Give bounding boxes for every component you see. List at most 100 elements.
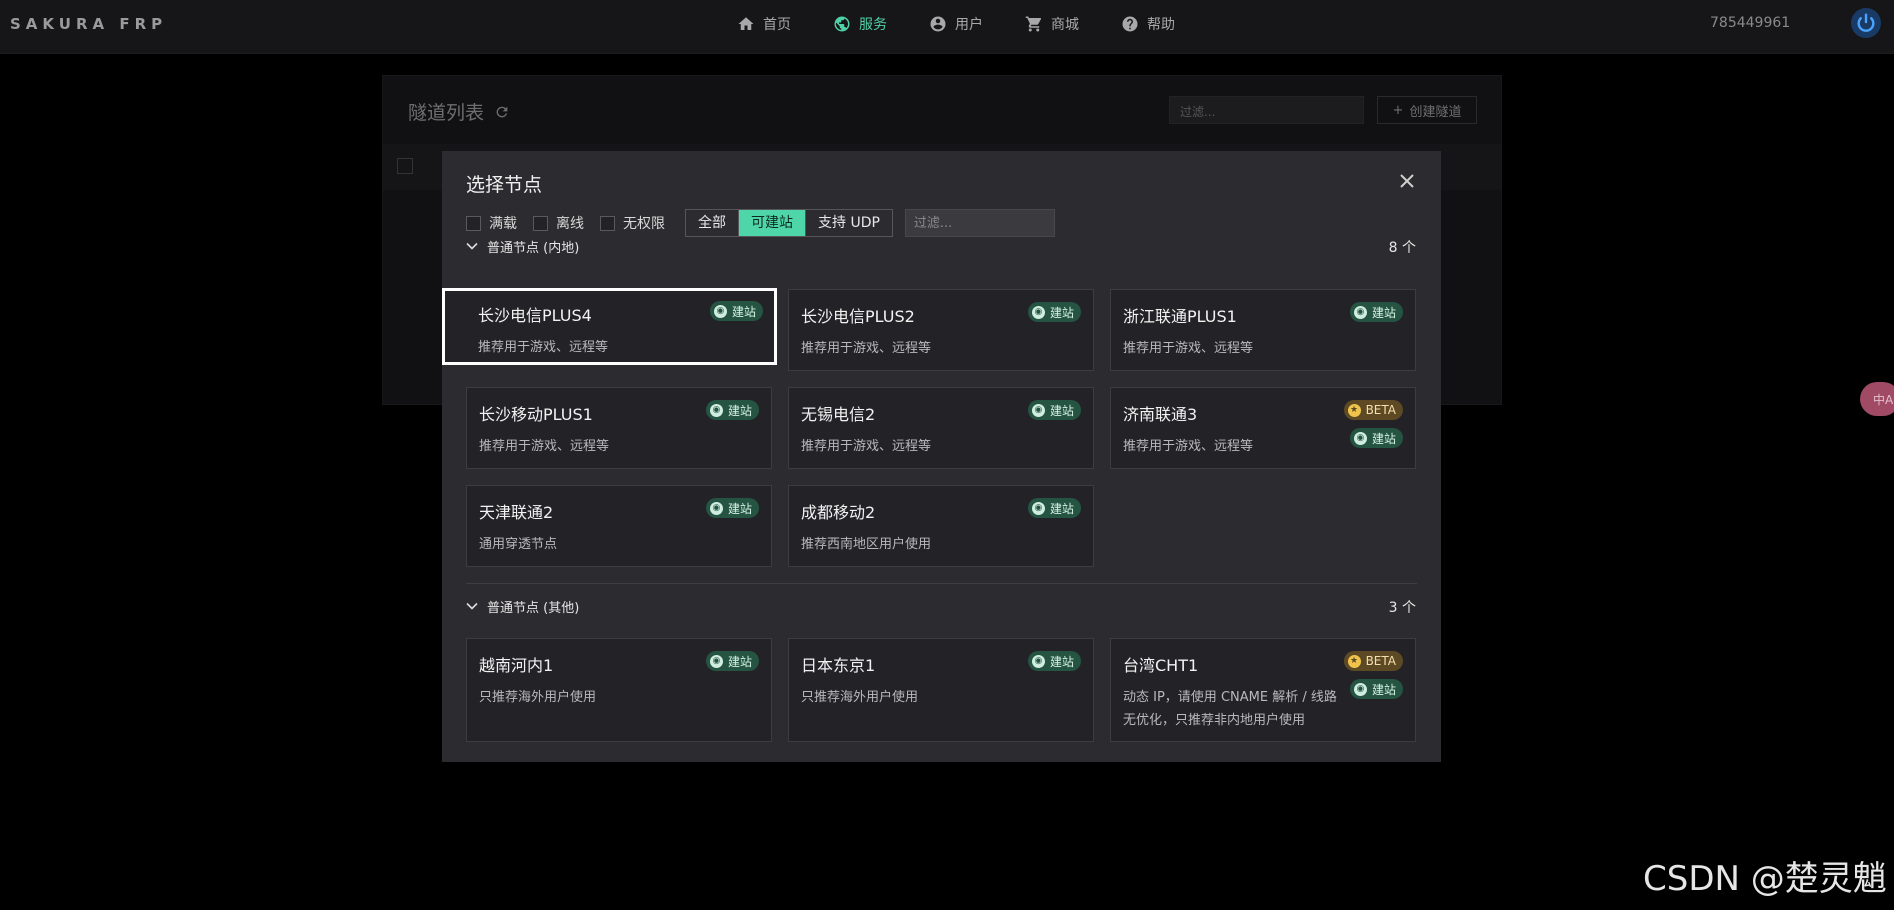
filter-offline-checkbox[interactable]: 离线 [533,213,584,233]
create-tunnel-button[interactable]: + 创建隧道 [1377,96,1477,124]
site-tag: ◉ 建站 [1027,302,1081,322]
node-card[interactable]: 浙江联通PLUS1 推荐用于游戏、远程等 ◉ 建站 [1110,289,1416,371]
tag-label: 建站 [1049,403,1074,418]
node-search-input[interactable] [904,209,1055,237]
refresh-icon[interactable] [494,104,510,120]
node-desc: 推荐用于游戏、远程等 [801,341,932,356]
top-navbar: SAKURA FRP 首页 服务 用户 商城 帮助 785449961 [0,0,1894,54]
nav-item-shop[interactable]: 商城 [1025,14,1079,34]
node-card[interactable]: 长沙电信PLUS4 推荐用于游戏、远程等 ◉ 建站 [442,288,777,365]
tag-label: 建站 [727,403,752,418]
tunnel-filter-input[interactable]: 过滤... [1169,96,1364,124]
node-card[interactable]: 长沙移动PLUS1 推荐用于游戏、远程等 ◉ 建站 [466,387,772,469]
node-card[interactable]: 无锡电信2 推荐用于游戏、远程等 ◉ 建站 [788,387,1094,469]
group-count: 3 个 [1388,600,1416,616]
tag-label: BETA [1365,403,1396,417]
tunnel-list-title: 隧道列表 [408,102,485,124]
node-name: 越南河内1 [479,656,554,675]
globe-icon: ◉ [1031,654,1045,668]
node-name: 天津联通2 [479,503,554,522]
site-tag: ◉ 建站 [709,301,763,321]
nav-item-home[interactable]: 首页 [737,14,791,34]
close-button[interactable] [1399,173,1419,193]
nav-item-service[interactable]: 服务 [833,14,887,34]
node-card[interactable]: 日本东京1 只推荐海外用户使用 ◉ 建站 [788,638,1094,742]
group-title: 普通节点 (内地) [487,240,580,256]
globe-icon: ◉ [713,304,727,318]
checkbox-label: 离线 [556,216,584,232]
node-tags: ◉ 建站 [705,651,759,671]
logout-button[interactable] [1851,8,1881,38]
translate-badge[interactable]: 中A [1860,382,1894,416]
group-divider [466,583,1417,584]
create-tunnel-label: 创建隧道 [1409,104,1462,120]
site-tag: ◉ 建站 [1349,302,1403,322]
globe-icon: ◉ [1031,501,1045,515]
group-header-other[interactable]: 普通节点 (其他) 3 个 [466,594,1416,618]
node-name: 长沙电信PLUS2 [801,307,915,326]
node-tags: ★ BETA ◉ 建站 [1343,651,1403,699]
app-logo[interactable]: SAKURA FRP [10,15,167,33]
segment-udp[interactable]: 支持 UDP [806,210,892,236]
site-tag: ◉ 建站 [1027,498,1081,518]
site-tag: ◉ 建站 [1349,679,1403,699]
nav-item-help[interactable]: 帮助 [1121,14,1175,34]
node-tags: ◉ 建站 [1027,498,1081,518]
checkbox-box[interactable] [533,215,548,231]
globe-icon: ◉ [709,654,723,668]
node-desc: 动态 IP，请使用 CNAME 解析 / 线路无优化，只推荐非内地用户使用 [1123,690,1337,728]
node-name: 台湾CHT1 [1123,656,1199,675]
tag-label: 建站 [1049,654,1074,669]
checkbox-box[interactable] [600,215,615,231]
chevron-down-icon [466,242,478,250]
watermark: CSDN @楚灵魈 [1643,859,1887,899]
node-card[interactable]: 长沙电信PLUS2 推荐用于游戏、远程等 ◉ 建站 [788,289,1094,371]
chevron-down-icon [466,602,478,610]
node-name: 浙江联通PLUS1 [1123,307,1237,326]
nav-item-label: 帮助 [1147,17,1175,33]
star-icon: ★ [1347,403,1361,417]
node-card[interactable]: 成都移动2 推荐西南地区用户使用 ◉ 建站 [788,485,1094,567]
star-icon: ★ [1347,654,1361,668]
nav-item-label: 商城 [1051,17,1079,33]
node-tags: ◉ 建站 [1027,651,1081,671]
select-node-dialog: 选择节点 满载 离线 无权限 全部 可建站 支持 UDP 普通节点 (内地) 8… [442,151,1441,762]
close-icon [1400,174,1414,188]
node-tags: ◉ 建站 [705,400,759,420]
filter-full-checkbox[interactable]: 满载 [466,213,517,233]
node-name: 长沙移动PLUS1 [479,405,593,424]
site-tag: ◉ 建站 [705,400,759,420]
site-tag: ◉ 建站 [1027,651,1081,671]
node-card[interactable]: 台湾CHT1 动态 IP，请使用 CNAME 解析 / 线路无优化，只推荐非内地… [1110,638,1416,742]
node-tags: ◉ 建站 [709,301,763,321]
home-icon [738,17,754,30]
tag-label: BETA [1365,654,1396,668]
node-name: 长沙电信PLUS4 [478,306,592,325]
main-nav: 首页 服务 用户 商城 帮助 [737,0,1217,48]
globe-icon: ◉ [1031,403,1045,417]
node-tags: ◉ 建站 [1027,302,1081,322]
node-desc: 推荐用于游戏、远程等 [1123,341,1254,356]
user-id[interactable]: 785449961 [1710,15,1790,31]
checkbox-box[interactable] [466,215,481,231]
nav-item-user[interactable]: 用户 [929,14,983,34]
globe-icon: ◉ [1353,682,1367,696]
node-card[interactable]: 天津联通2 通用穿透节点 ◉ 建站 [466,485,772,567]
globe-icon [834,16,850,32]
select-all-checkbox[interactable] [397,158,413,174]
group-header-mainland[interactable]: 普通节点 (内地) 8 个 [466,234,1416,258]
node-card[interactable]: 越南河内1 只推荐海外用户使用 ◉ 建站 [466,638,772,742]
nav-item-label: 首页 [763,17,791,33]
tunnel-list-header: 隧道列表 [408,98,510,125]
node-card[interactable]: 济南联通3 推荐用于游戏、远程等 ★ BETA ◉ 建站 [1110,387,1416,469]
nav-item-label: 服务 [859,17,887,33]
segment-site[interactable]: 可建站 [739,210,806,236]
filter-no-permission-checkbox[interactable]: 无权限 [600,213,665,233]
checkbox-label: 无权限 [623,216,665,232]
node-tags: ◉ 建站 [1027,400,1081,420]
tag-label: 建站 [727,654,752,669]
globe-icon: ◉ [709,403,723,417]
node-type-segmented: 全部 可建站 支持 UDP [685,209,893,237]
site-tag: ◉ 建站 [705,498,759,518]
segment-all[interactable]: 全部 [686,210,739,236]
